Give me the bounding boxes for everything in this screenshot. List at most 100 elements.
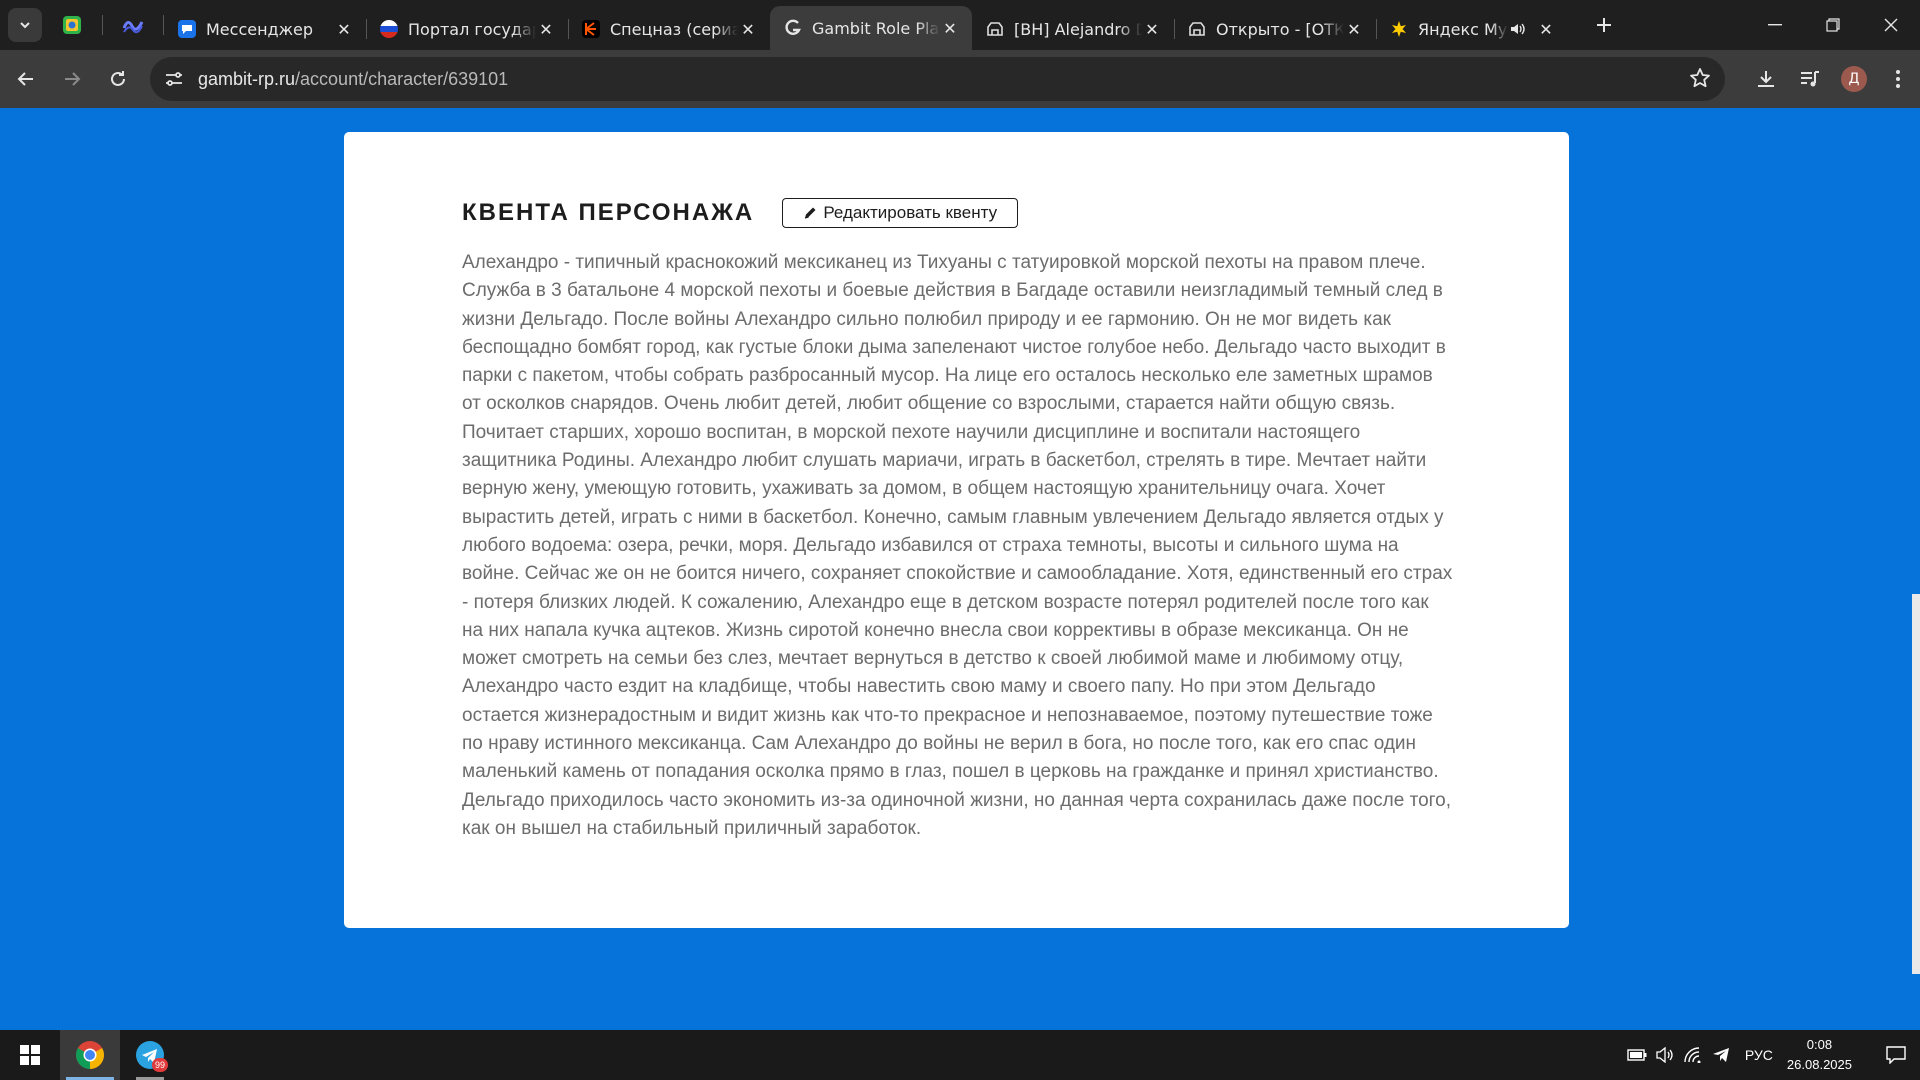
restore-icon bbox=[1826, 18, 1840, 32]
tab-yandex-music[interactable]: Яндекс Музыка ✕ bbox=[1376, 8, 1578, 50]
edit-story-label: Редактировать квенту bbox=[823, 203, 998, 222]
chrome-icon bbox=[76, 1041, 104, 1069]
windows-taskbar: 99 РУС 0:08 26.08.2025 bbox=[0, 1030, 1920, 1080]
tab-title: Спецназ (сериал, 2002) bbox=[610, 19, 738, 39]
system-tray: РУС 0:08 26.08.2025 bbox=[1623, 1030, 1920, 1080]
arrow-left-icon bbox=[17, 72, 33, 86]
address-bar[interactable]: gambit-rp.ru/account/character/639101 bbox=[150, 57, 1725, 101]
unread-badge: 99 bbox=[152, 1058, 168, 1072]
window-controls bbox=[1746, 0, 1920, 50]
media-controls-button[interactable] bbox=[1788, 57, 1832, 101]
close-icon[interactable]: ✕ bbox=[334, 19, 354, 39]
bookmark-button[interactable] bbox=[1689, 67, 1711, 93]
forum-icon bbox=[1188, 20, 1206, 38]
network-tray-button[interactable] bbox=[1679, 1030, 1707, 1080]
close-icon[interactable]: ✕ bbox=[1344, 19, 1364, 39]
volume-tray-button[interactable] bbox=[1651, 1030, 1679, 1080]
close-icon[interactable]: ✕ bbox=[940, 18, 960, 38]
telegram-icon bbox=[1712, 1048, 1729, 1062]
pinned-tab-2[interactable] bbox=[111, 8, 155, 42]
tab-kinopoisk[interactable]: Спецназ (сериал, 2002) ✕ bbox=[568, 8, 770, 50]
taskbar-chrome[interactable] bbox=[60, 1030, 120, 1080]
windows-logo-icon bbox=[20, 1045, 40, 1065]
new-tab-button[interactable] bbox=[1584, 5, 1624, 45]
tab-title: Gambit Role Play - Character bbox=[812, 18, 940, 38]
card-header: Квента персонажа Редактировать квенту bbox=[462, 198, 1019, 228]
minimize-button[interactable] bbox=[1746, 0, 1804, 50]
start-button[interactable] bbox=[0, 1030, 60, 1080]
close-window-button[interactable] bbox=[1862, 0, 1920, 50]
tune-icon bbox=[166, 72, 182, 86]
browser-toolbar: gambit-rp.ru/account/character/639101 Д bbox=[0, 50, 1920, 108]
star-icon bbox=[1690, 68, 1710, 88]
page-viewport: Квента персонажа Редактировать квенту Ал… bbox=[0, 108, 1920, 1030]
gambit-logo-icon bbox=[784, 19, 802, 37]
avatar: Д bbox=[1841, 66, 1867, 92]
minimize-icon bbox=[1768, 24, 1782, 26]
forum-icon bbox=[986, 20, 1004, 38]
back-button[interactable] bbox=[6, 59, 46, 99]
reload-button[interactable] bbox=[98, 59, 138, 99]
tab-forum-bh[interactable]: [BH] Alejandro Delgado ✕ bbox=[972, 8, 1175, 50]
tab-title: Яндекс Музыка bbox=[1418, 19, 1508, 39]
pinned-tab-1[interactable] bbox=[50, 8, 94, 42]
clock[interactable]: 0:08 26.08.2025 bbox=[1787, 1035, 1852, 1075]
wifi-icon bbox=[1684, 1047, 1701, 1063]
toolbar-actions: Д bbox=[1744, 50, 1920, 108]
profile-button[interactable]: Д bbox=[1832, 57, 1876, 101]
edit-story-button[interactable]: Редактировать квенту bbox=[782, 198, 1019, 228]
menu-button[interactable] bbox=[1876, 57, 1920, 101]
arrow-right-icon bbox=[65, 72, 81, 86]
notifications-button[interactable] bbox=[1872, 1030, 1920, 1080]
tab-title: Портал государственных услуг bbox=[408, 19, 536, 39]
character-story-card: Квента персонажа Редактировать квенту Ал… bbox=[344, 132, 1569, 928]
tab-search-button[interactable] bbox=[8, 8, 42, 42]
chat-bubble-icon bbox=[178, 20, 196, 38]
speaker-icon bbox=[1656, 1047, 1673, 1063]
taskbar-telegram[interactable]: 99 bbox=[120, 1030, 180, 1080]
close-icon[interactable]: ✕ bbox=[1142, 19, 1162, 39]
site-info-button[interactable] bbox=[154, 71, 194, 87]
wave-logo-icon bbox=[122, 21, 144, 34]
tab-forum-open[interactable]: Открыто - [ОТКРЫТО] ✕ bbox=[1174, 8, 1377, 50]
forward-button[interactable] bbox=[52, 59, 92, 99]
queue-music-icon bbox=[1801, 71, 1819, 87]
language-indicator[interactable]: РУС bbox=[1745, 1047, 1773, 1063]
battery-icon bbox=[1627, 1049, 1647, 1061]
close-icon[interactable]: ✕ bbox=[536, 19, 556, 39]
url-text: gambit-rp.ru/account/character/639101 bbox=[198, 69, 508, 90]
plus-icon bbox=[1597, 18, 1611, 32]
notification-icon bbox=[1886, 1046, 1906, 1064]
scrollbar-thumb[interactable] bbox=[1912, 594, 1920, 974]
telegram-tray-button[interactable] bbox=[1707, 1030, 1735, 1080]
tab-separator bbox=[102, 15, 103, 35]
kinopoisk-icon bbox=[582, 20, 600, 38]
app-grid-icon bbox=[63, 16, 81, 34]
close-icon[interactable]: ✕ bbox=[1536, 19, 1556, 39]
section-title: Квента персонажа bbox=[462, 199, 755, 226]
russia-flag-icon bbox=[380, 20, 398, 38]
downloads-button[interactable] bbox=[1744, 57, 1788, 101]
speaker-icon[interactable] bbox=[1508, 19, 1528, 39]
character-story-text: Алехандро - типичный краснокожий мексика… bbox=[462, 252, 1453, 839]
close-icon bbox=[1884, 18, 1898, 32]
tab-gosuslugi[interactable]: Портал государственных услуг ✕ bbox=[366, 8, 569, 50]
reload-icon bbox=[111, 71, 125, 86]
battery-tray-button[interactable] bbox=[1623, 1030, 1651, 1080]
more-vertical-icon bbox=[1896, 70, 1900, 88]
close-icon[interactable]: ✕ bbox=[738, 19, 758, 39]
download-icon bbox=[1758, 71, 1774, 87]
url-host: gambit-rp.ru bbox=[198, 68, 296, 89]
restore-button[interactable] bbox=[1804, 0, 1862, 50]
yandex-music-icon bbox=[1390, 20, 1408, 38]
tab-gambit-active[interactable]: Gambit Role Play - Character ✕ bbox=[770, 6, 972, 50]
chevron-down-icon bbox=[20, 22, 30, 29]
tab-title: [BH] Alejandro Delgado bbox=[1014, 19, 1142, 39]
clock-date: 26.08.2025 bbox=[1786, 1057, 1852, 1072]
tab-title: Мессенджер bbox=[206, 19, 314, 39]
tab-strip: Мессенджер ✕ Портал государственных услу… bbox=[0, 0, 1920, 50]
tab-messenger[interactable]: Мессенджер ✕ bbox=[164, 8, 367, 50]
pencil-icon bbox=[805, 207, 816, 219]
tab-title: Открыто - [ОТКРЫТО] bbox=[1216, 19, 1344, 39]
clock-time: 0:08 bbox=[1806, 1037, 1833, 1052]
